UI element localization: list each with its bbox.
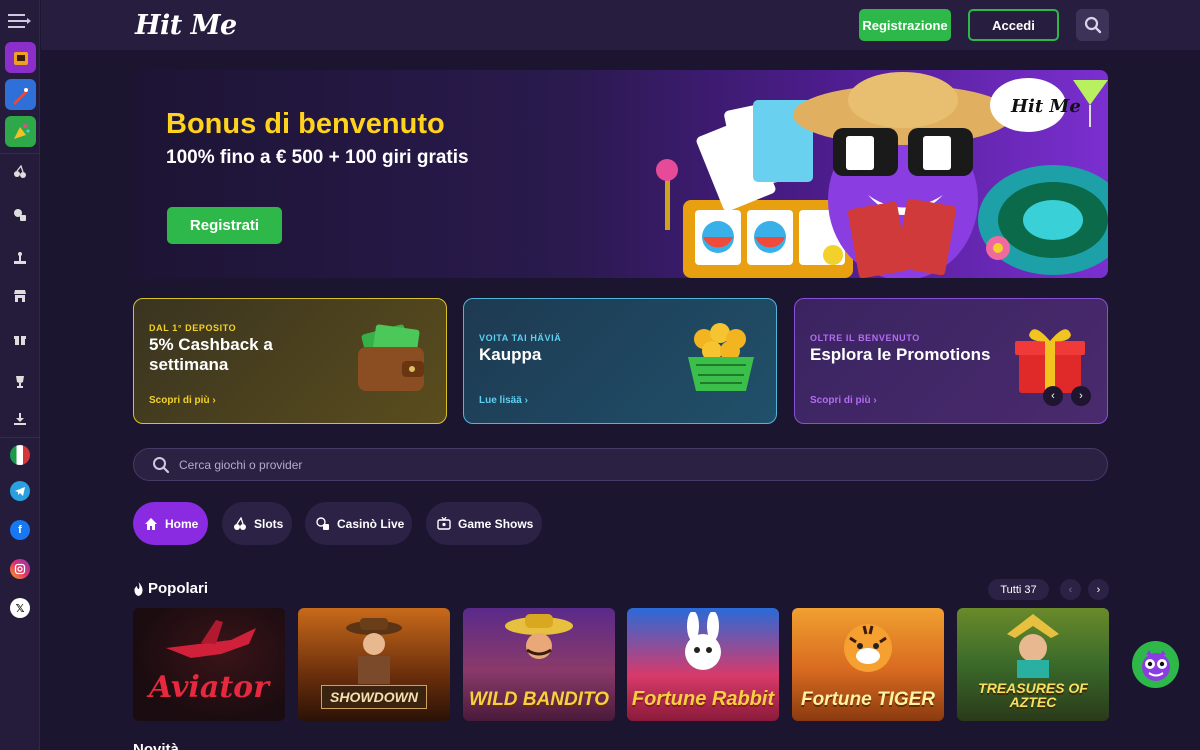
bandito-icon [505, 614, 573, 659]
promo-next-arrow[interactable]: › [1071, 386, 1091, 406]
sidebar-divider [0, 437, 40, 438]
tab-slots[interactable]: Slots [222, 502, 292, 545]
game-search-bar[interactable] [133, 448, 1108, 481]
popular-next-arrow[interactable]: › [1088, 579, 1109, 600]
party-icon[interactable] [5, 116, 36, 147]
home-icon [143, 516, 159, 532]
login-button[interactable]: Accedi [968, 9, 1059, 41]
shop-icon[interactable] [9, 285, 31, 307]
view-all-popular-button[interactable]: Tutti 37 [988, 579, 1049, 600]
site-logo[interactable]: Hit Me [135, 10, 237, 41]
promo-title: Kauppa [479, 345, 542, 364]
promo-kicker: OLTRE IL BENVENUTO [810, 333, 920, 343]
virtual-sports-icon[interactable] [9, 247, 31, 269]
x-twitter-icon[interactable]: 𝕏 [10, 598, 30, 618]
menu-toggle-icon[interactable] [7, 10, 33, 32]
tab-label: Slots [254, 516, 284, 531]
promo-link[interactable]: Scopri di più › [810, 395, 877, 406]
tab-label: Casinò Live [337, 516, 405, 531]
game-title: Aviator [149, 670, 269, 705]
tab-game-shows[interactable]: Game Shows [426, 502, 542, 545]
game-title: WILD BANDITO [468, 689, 610, 710]
section-new-title: Novità [133, 741, 179, 750]
game-title: SHOWDOWN [321, 685, 427, 709]
game-tile-treasures-of-aztec[interactable]: TREASURES OF AZTEC [957, 608, 1109, 721]
tv-icon [436, 516, 452, 532]
tab-label: Game Shows [458, 516, 534, 531]
gift-icon[interactable] [9, 328, 31, 350]
top-header: Hit Me Registrazione Accedi [41, 0, 1200, 50]
hero-badge-text: Hit Me [1010, 96, 1081, 117]
section-title-text: Popolari [148, 580, 209, 597]
slots-icon[interactable] [9, 161, 31, 183]
promo-prev-arrow[interactable]: ‹ [1043, 386, 1063, 406]
rabbit-icon [685, 612, 721, 670]
game-tile-showdown[interactable]: SHOWDOWN [298, 608, 450, 721]
coin-basket-icon [688, 323, 754, 391]
promo-card-shop[interactable]: VOITA TAI HÄVIÄ Kauppa Lue lisää › [463, 298, 777, 424]
hero-subtitle: 100% fino a € 500 + 100 giri gratis [166, 147, 469, 168]
game-tile-fortune-rabbit[interactable]: Fortune Rabbit [627, 608, 779, 721]
hero-title: Bonus di benvenuto [166, 108, 445, 140]
fire-icon [133, 581, 144, 596]
mascot-icon [1141, 649, 1170, 681]
download-icon[interactable] [9, 408, 31, 430]
game-title: Fortune Rabbit [631, 688, 775, 710]
wallet-icon [358, 324, 424, 391]
slot-machine-icon[interactable] [5, 42, 36, 73]
promo-card-promotions[interactable]: OLTRE IL BENVENUTO Esplora le Promotions… [794, 298, 1108, 424]
sidebar-divider [0, 153, 40, 154]
tab-casino-live[interactable]: Casinò Live [305, 502, 412, 545]
tiger-icon [844, 624, 892, 672]
hero-mascot-illustration: Hit Me [656, 72, 1108, 278]
tab-home[interactable]: Home [133, 502, 208, 545]
game-title: TREASURES OF AZTEC [978, 680, 1088, 710]
search-button[interactable] [1076, 9, 1109, 41]
search-icon [1084, 16, 1101, 34]
welcome-bonus-banner[interactable]: Bonus di benvenuto 100% fino a € 500 + 1… [133, 70, 1108, 278]
promo-link[interactable]: Lue lisää › [479, 395, 528, 406]
tab-label: Home [165, 516, 199, 531]
plane-icon [166, 620, 256, 658]
support-chat-mascot-button[interactable] [1132, 641, 1179, 688]
game-title: Fortune TIGER [800, 689, 936, 710]
sidebar: f 𝕏 [0, 0, 40, 750]
search-icon [153, 457, 170, 474]
promo-link[interactable]: Scopri di più › [149, 395, 216, 406]
popular-prev-arrow[interactable]: ‹ [1060, 579, 1081, 600]
trophy-icon[interactable] [9, 371, 31, 393]
hero-register-button[interactable]: Registrati [167, 207, 282, 244]
promo-title: 5% Cashback a settimana [149, 335, 273, 374]
promo-kicker: VOITA TAI HÄVIÄ [479, 333, 562, 343]
section-popular-title: Popolari [133, 580, 208, 597]
facebook-icon[interactable]: f [10, 520, 30, 540]
search-input[interactable] [179, 455, 779, 475]
register-button[interactable]: Registrazione [859, 9, 951, 41]
telegram-icon[interactable] [10, 481, 30, 501]
rocket-icon[interactable] [5, 79, 36, 110]
promo-kicker: DAL 1° DEPOSITO [149, 323, 237, 333]
promo-card-cashback[interactable]: DAL 1° DEPOSITO 5% Cashback a settimana … [133, 298, 447, 424]
game-tile-fortune-tiger[interactable]: Fortune TIGER [792, 608, 944, 721]
cowboy-icon [346, 618, 402, 684]
cherries-icon [232, 516, 248, 532]
aztec-queen-icon [1007, 614, 1059, 678]
dice-icon [315, 516, 331, 532]
promo-title: Esplora le Promotions [810, 345, 991, 364]
casino-live-icon[interactable] [9, 204, 31, 226]
game-tile-aviator[interactable]: Aviator [133, 608, 285, 721]
game-tile-wild-bandito[interactable]: WILD BANDITO [463, 608, 615, 721]
instagram-icon[interactable] [10, 559, 30, 579]
italian-flag-icon[interactable] [10, 445, 30, 465]
